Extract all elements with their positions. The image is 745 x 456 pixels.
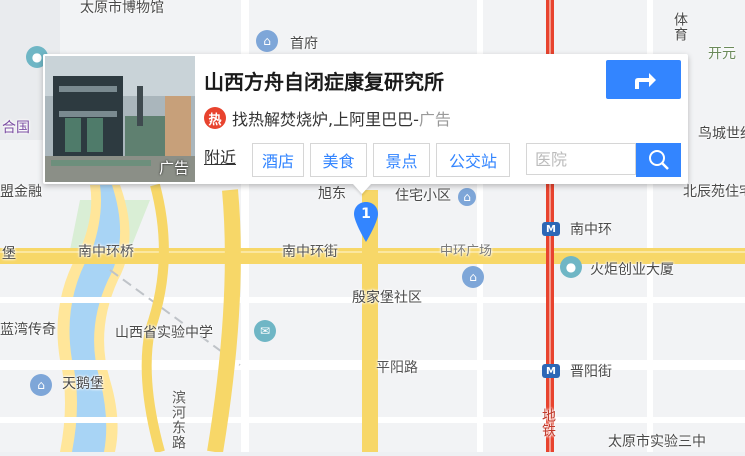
ad-link[interactable]: 热 找热解焚烧炉,上阿里巴巴- 广告	[204, 106, 451, 130]
ad-text: 找热解焚烧炉,上阿里巴巴-	[232, 110, 419, 129]
nearby-search-button[interactable]	[636, 143, 681, 177]
residential-icon[interactable]: ⌂	[458, 188, 476, 206]
search-icon	[648, 150, 669, 170]
nearby-chip-hotel[interactable]: 酒店	[252, 143, 304, 177]
nearby-chip-scenic[interactable]: 景点	[373, 143, 430, 177]
nearby-search-input[interactable]	[526, 143, 636, 175]
road-label: 南中环街	[282, 244, 338, 260]
map-label: 殷家堡社区	[352, 290, 422, 306]
hot-icon: 热	[204, 107, 226, 129]
metro-station-icon[interactable]: M	[542, 222, 560, 236]
map-label: 山西省实验中学	[115, 325, 213, 341]
map-label: 旭东	[318, 186, 346, 202]
map-label: 合国	[2, 120, 30, 136]
residential-icon[interactable]: ⌂	[462, 266, 484, 288]
ad-suffix: 广告	[418, 110, 451, 129]
map-label: 堡	[2, 246, 16, 262]
road-label: 滨河东路	[170, 390, 186, 450]
metro-line-label: 地铁	[540, 408, 556, 438]
map-label: 体育	[672, 12, 688, 42]
metro-station-icon[interactable]: M	[542, 364, 560, 378]
location-marker[interactable]: 1	[354, 202, 378, 246]
map-label: 火炬创业大厦	[590, 262, 674, 278]
school-icon[interactable]: ✉	[254, 320, 276, 342]
poi-photo[interactable]: 广告	[45, 56, 195, 182]
nearby-chip-food[interactable]: 美食	[310, 143, 367, 177]
road-label: 平阳路	[376, 360, 418, 376]
map-label: 鸟城世纪	[698, 126, 745, 142]
poi-title: 山西方舟自闭症康复研究所	[204, 70, 444, 94]
map-label: 天鹅堡	[62, 376, 104, 392]
route-turn-icon	[634, 72, 656, 89]
map-label: 中环广场	[440, 244, 493, 259]
map-label: 蓝湾传奇	[0, 322, 56, 338]
card-pointer	[353, 184, 371, 194]
map-label: 首府	[290, 36, 318, 52]
poi-marker-icon[interactable]: ●	[560, 256, 582, 278]
photo-ad-tag: 广告	[158, 159, 189, 177]
map-label: 太原市实验三中	[608, 434, 706, 450]
nearby-chip-bus[interactable]: 公交站	[436, 143, 510, 177]
nearby-label[interactable]: 附近	[204, 144, 236, 168]
map-label: 北辰苑住宅	[683, 184, 745, 200]
building-icon[interactable]: ⌂	[256, 30, 278, 52]
road-label: 南中环桥	[78, 244, 134, 260]
marker-number: 1	[361, 206, 371, 222]
route-button[interactable]	[606, 60, 681, 99]
map-label: 太原市博物馆	[80, 0, 164, 16]
metro-station-label: 南中环	[570, 222, 612, 238]
map-label: 盟金融	[0, 184, 42, 200]
residential-icon[interactable]: ⌂	[30, 374, 52, 396]
metro-station-label: 晋阳街	[570, 364, 612, 380]
map-label: 住宅小区	[395, 188, 451, 204]
map-label: 开元	[708, 46, 736, 62]
poi-info-card: 广告 山西方舟自闭症康复研究所 热 找热解焚烧炉,上阿里巴巴- 广告 附近 酒店…	[43, 54, 688, 184]
